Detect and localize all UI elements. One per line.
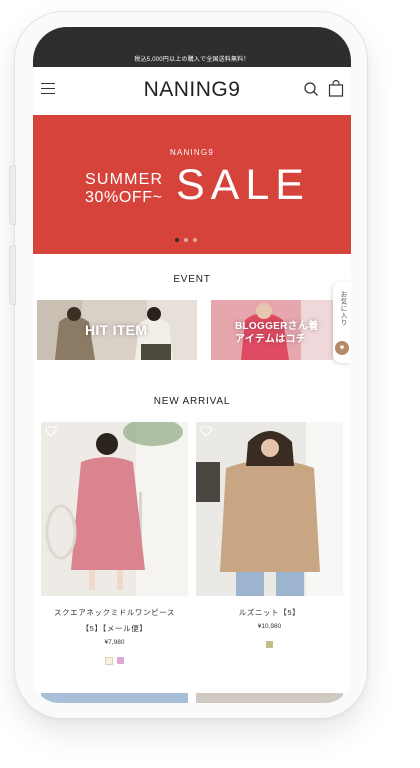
new-arrival-section-title: NEW ARRIVAL — [153, 396, 231, 407]
product-price: ¥7,980 — [104, 639, 125, 646]
heart-icon: ♥ — [335, 341, 349, 355]
banner-summer-text: SUMMER — [85, 171, 164, 188]
banner-discount-text: 30%OFF~ — [85, 189, 163, 206]
heart-icon[interactable] — [45, 426, 57, 437]
product-name[interactable]: ルズニット【5】 — [196, 605, 343, 621]
product-image[interactable] — [41, 422, 188, 596]
next-product-image[interactable] — [41, 693, 188, 703]
cart-icon[interactable] — [328, 80, 344, 97]
heart-icon[interactable] — [200, 426, 212, 437]
product-name-line1: ルズニット【5】 — [238, 608, 301, 617]
favorites-label: お気に入り — [339, 291, 346, 326]
favorites-side-tab[interactable]: お気に入り ♥ — [333, 281, 351, 363]
sale-banner[interactable]: NANING9 SUMMER 30%OFF~ SALE — [33, 115, 351, 254]
event-card-label: HIT ITEM — [85, 322, 148, 338]
shipping-notice: 税込5,000円以上の購入で全国送料無料！ — [134, 57, 250, 63]
phone-screen: 税込5,000円以上の購入で全国送料無料！ NANING9 NANING9 SU… — [33, 27, 351, 703]
banner-brand: NANING9 — [170, 148, 214, 157]
color-swatch — [266, 641, 273, 648]
next-product-image[interactable] — [196, 693, 343, 703]
event-card-label: BLOGGERさん着 アイテムはコチ — [235, 320, 319, 346]
carousel-dots — [175, 229, 202, 247]
carousel-dot-1[interactable] — [175, 238, 179, 242]
carousel-dot-2[interactable] — [184, 238, 188, 242]
product-image[interactable] — [196, 422, 343, 596]
product-name-line1: スクエアネックミドルワンピース — [53, 608, 176, 617]
product-card[interactable]: ルズニット【5】 ¥10,980 — [196, 422, 343, 649]
banner-sale-text: SALE — [176, 161, 310, 209]
carousel-dot-3[interactable] — [193, 238, 197, 242]
notch — [89, 27, 295, 53]
color-swatch — [105, 657, 113, 665]
product-name[interactable]: スクエアネックミドルワンピース 【5】【メール便】 — [41, 605, 188, 637]
event-card-blogger[interactable]: BLOGGERさん着 アイテムはコチ — [211, 300, 333, 360]
phone-volume-button — [10, 246, 15, 304]
color-swatch — [117, 657, 124, 664]
color-swatches — [41, 657, 188, 665]
product-name-line2: 【5】【メール便】 — [81, 624, 148, 633]
color-swatches — [196, 641, 343, 649]
event-card-label-line1: BLOGGERさん着 — [235, 321, 319, 332]
product-price: ¥10,980 — [257, 623, 282, 630]
product-card[interactable]: スクエアネックミドルワンピース 【5】【メール便】 ¥7,980 — [41, 422, 188, 665]
event-card-label-line2: アイテムはコチ — [235, 334, 307, 345]
phone-volume-button — [10, 166, 15, 224]
event-card-hit-item[interactable]: HIT ITEM — [37, 300, 197, 360]
site-header: NANING9 — [33, 67, 351, 115]
event-section-title: EVENT — [173, 274, 211, 285]
search-icon[interactable] — [303, 81, 319, 97]
